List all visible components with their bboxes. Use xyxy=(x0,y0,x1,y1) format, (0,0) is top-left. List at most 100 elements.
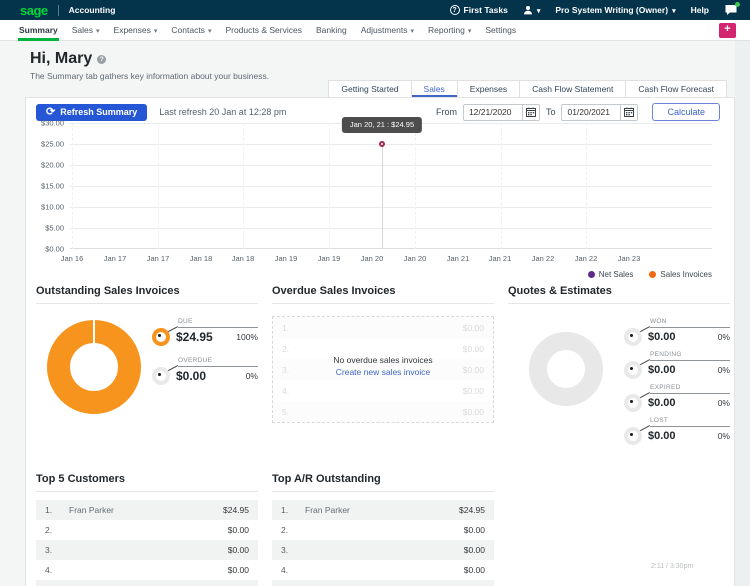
refresh-icon xyxy=(46,107,55,118)
x-tick: Jan 19 xyxy=(317,254,341,263)
gridline xyxy=(70,228,712,229)
calendar-icon[interactable] xyxy=(521,104,539,120)
legend-dot-icon xyxy=(649,271,657,278)
stat-percent: 0% xyxy=(717,431,730,441)
table-row[interactable]: 4. $0.00 xyxy=(272,560,494,580)
summary-tabs: Getting Started Sales Expenses Cash Flow… xyxy=(328,80,727,97)
chevron-down-icon xyxy=(537,5,541,15)
table-row[interactable]: 3. $0.00 xyxy=(272,540,494,560)
table-row[interactable]: 4. $0.00 xyxy=(36,560,258,580)
create-sales-invoice-link[interactable]: Create new sales invoice xyxy=(273,367,493,377)
gridline xyxy=(415,123,416,249)
nav-summary[interactable]: Summary xyxy=(12,20,65,41)
nav-label: Banking xyxy=(315,25,347,35)
mini-donut-icon[interactable] xyxy=(152,367,170,385)
nav-label: Settings xyxy=(485,25,517,35)
brand-group: sage Accounting xyxy=(20,4,115,17)
table-row[interactable]: 2. $0.00 xyxy=(272,520,494,540)
nav-sales[interactable]: Sales xyxy=(65,20,107,41)
to-date-field xyxy=(561,103,639,121)
quotes-estimates-widget: Quotes & Estimates WON $0.00 0% PENDING … xyxy=(508,285,730,450)
x-tick: Jan 20 xyxy=(360,254,384,263)
nav-banking[interactable]: Banking xyxy=(309,20,354,41)
quotes-donut-chart[interactable] xyxy=(529,332,603,406)
gridline xyxy=(70,248,712,249)
stat-percent: 100% xyxy=(236,332,258,342)
nav-reporting[interactable]: Reporting xyxy=(421,20,478,41)
calculate-button[interactable]: Calculate xyxy=(652,103,720,121)
legend-label: Net Sales xyxy=(598,270,634,279)
stat-percent: 0% xyxy=(717,332,730,342)
outstanding-donut-chart[interactable] xyxy=(47,320,141,414)
info-icon[interactable] xyxy=(97,54,107,64)
row-amount: $24.95 xyxy=(459,505,485,515)
gridline xyxy=(243,123,244,249)
table-row[interactable]: 2. $0.00 xyxy=(36,520,258,540)
legend-net-sales[interactable]: Net Sales xyxy=(587,270,634,279)
nav-products-services[interactable]: Products & Services xyxy=(218,20,309,41)
top-ar-outstanding-widget: Top A/R Outstanding 1. Fran Parker $24.95 … xyxy=(272,473,494,586)
x-tick: Jan 21 xyxy=(488,254,512,263)
tab-expenses[interactable]: Expenses xyxy=(456,80,520,97)
empty-state-text: No overdue sales invoices xyxy=(333,355,433,365)
nav-adjustments[interactable]: Adjustments xyxy=(354,20,421,41)
nav-label: Adjustments xyxy=(360,25,408,35)
table-row[interactable]: 5.$0.00 xyxy=(36,580,258,586)
table-row[interactable]: 1. Fran Parker $24.95 xyxy=(36,500,258,520)
row-number: 3. xyxy=(281,545,289,555)
ghost-row: 1. $0.00 xyxy=(273,317,493,338)
tab-cash-flow-statement[interactable]: Cash Flow Statement xyxy=(519,80,626,97)
row-number: 4. xyxy=(282,385,290,396)
section-title: Overdue Sales Invoices xyxy=(272,285,494,304)
calendar-icon[interactable] xyxy=(620,104,638,120)
from-date-input[interactable] xyxy=(463,104,522,120)
quick-add-button[interactable]: + xyxy=(719,22,736,38)
screen: sage Accounting First Tasks Pro System W… xyxy=(0,0,750,586)
table-row[interactable]: 3. $0.00 xyxy=(36,540,258,560)
page-title: Hi, Mary xyxy=(30,50,269,68)
mini-donut-icon[interactable] xyxy=(624,427,642,445)
gridline xyxy=(158,123,159,249)
nav-settings[interactable]: Settings xyxy=(478,20,523,41)
section-title: Outstanding Sales Invoices xyxy=(36,285,258,304)
help-link[interactable]: Help xyxy=(691,5,709,15)
mini-donut-icon[interactable] xyxy=(624,361,642,379)
chevron-down-icon xyxy=(468,25,472,35)
plot-area[interactable]: Jan 20, 21 : $24.95 Jan 16 Jan 17 Jan 17… xyxy=(61,117,712,279)
nav-label: Products & Services xyxy=(225,25,302,35)
from-label: From xyxy=(435,107,457,117)
legend-label: Sales Invoices xyxy=(660,270,712,279)
row-amount: $0.00 xyxy=(463,545,485,555)
mini-donut-icon[interactable] xyxy=(624,394,642,412)
mini-donut-icon[interactable] xyxy=(152,328,170,346)
account-menu-button[interactable]: Pro System Writing (Owner) xyxy=(555,5,675,15)
y-tick: $20.00 xyxy=(41,160,64,170)
row-amount: $0.00 xyxy=(462,406,484,417)
scrollbar-gutter[interactable] xyxy=(735,41,750,586)
tab-cash-flow-forecast[interactable]: Cash Flow Forecast xyxy=(625,80,727,97)
date-range-controls: From To Calculate xyxy=(436,103,726,121)
tab-getting-started[interactable]: Getting Started xyxy=(328,80,411,97)
user-menu-button[interactable] xyxy=(523,5,541,15)
stat-percent: 0% xyxy=(245,371,258,381)
page-body: Hi, Mary The Summary tab gathers key inf… xyxy=(0,41,750,586)
nav-expenses[interactable]: Expenses xyxy=(107,20,165,41)
y-axis: $30.00 $25.00 $20.00 $15.00 $10.00 $5.00… xyxy=(34,119,70,254)
messages-button[interactable] xyxy=(724,2,740,16)
data-point-marker[interactable] xyxy=(379,141,385,147)
top-ar-table: 1. Fran Parker $24.95 2. $0.00 3. $0.00 4. $0… xyxy=(272,500,494,586)
x-tick: Jan 19 xyxy=(274,254,298,263)
to-date-input[interactable] xyxy=(562,104,621,120)
first-tasks-button[interactable]: First Tasks xyxy=(449,5,508,15)
chevron-down-icon xyxy=(672,5,676,15)
nav-contacts[interactable]: Contacts xyxy=(164,20,218,41)
tab-sales[interactable]: Sales xyxy=(410,80,457,97)
table-row[interactable]: 5.$0.00 xyxy=(272,580,494,586)
mini-donut-icon[interactable] xyxy=(624,328,642,346)
legend-sales-invoices[interactable]: Sales Invoices xyxy=(649,270,712,279)
sage-logo[interactable]: sage xyxy=(20,4,48,17)
x-tick: Jan 23 xyxy=(617,254,641,263)
table-row[interactable]: 1. Fran Parker $24.95 xyxy=(272,500,494,520)
row-number: 3. xyxy=(45,545,53,555)
nav-label: Summary xyxy=(19,25,58,35)
